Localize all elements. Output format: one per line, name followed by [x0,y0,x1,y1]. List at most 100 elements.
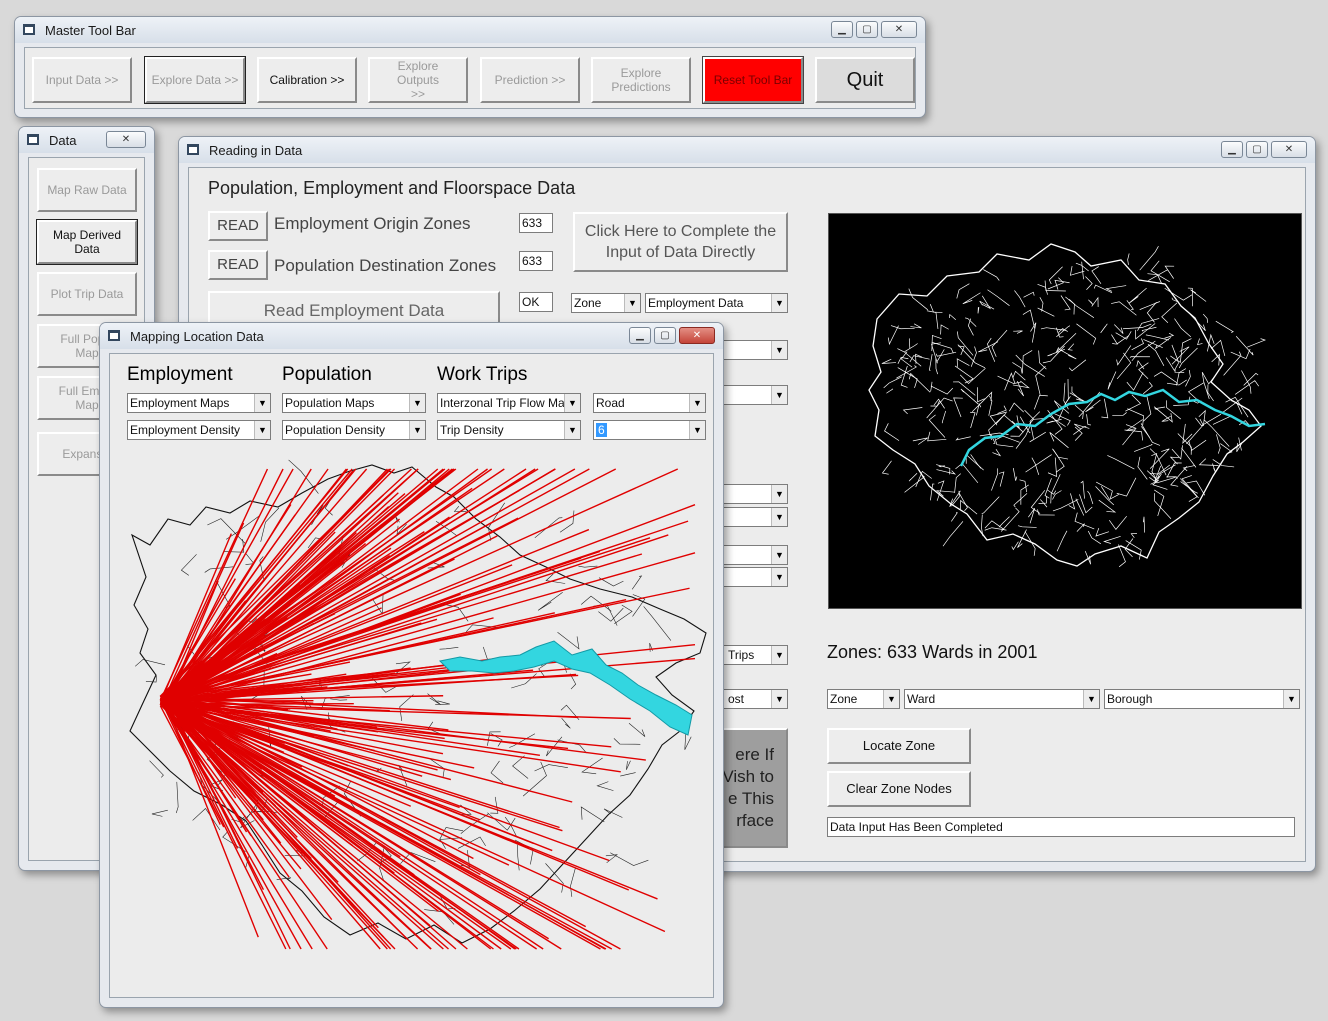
dropdown-arrow-icon[interactable]: ▼ [883,690,899,708]
number-combo[interactable]: 6 ▼ [593,420,706,440]
plot-trip-data-button[interactable]: Plot Trip Data [37,272,137,316]
emp-origin-field[interactable]: 633 [519,213,553,233]
dropdown-arrow-icon[interactable]: ▼ [771,690,787,708]
ward-boundary [970,346,977,367]
ward-line [580,806,605,823]
finish-line-1: ere If [735,745,774,764]
dropdown-arrow-icon[interactable]: ▼ [771,568,787,586]
ward-boundary [989,411,1008,426]
ward-line [620,772,636,777]
dropdown-arrow-icon[interactable]: ▼ [1283,690,1299,708]
dropdown-arrow-icon[interactable]: ▼ [1083,690,1099,708]
ward-boundary [1101,398,1109,419]
employment-data-combo[interactable]: Employment Data ▼ [645,293,788,313]
ward-boundary [1186,418,1204,445]
employment-maps-combo[interactable]: Employment Maps ▼ [127,393,271,413]
dropdown-arrow-icon[interactable]: ▼ [771,294,787,312]
maximize-icon[interactable]: ▢ [654,327,676,344]
ward-line [517,844,520,871]
ward-select[interactable]: Ward ▼ [904,689,1100,709]
dropdown-arrow-icon[interactable]: ▼ [254,394,270,412]
dropdown-arrow-icon[interactable]: ▼ [771,508,787,526]
ward-boundary [930,483,935,501]
locate-zone-button[interactable]: Locate Zone [827,728,971,764]
ward-boundary [1103,536,1121,544]
mapping-titlebar[interactable]: Mapping Location Data ▁ ▢ ✕ [100,323,723,349]
ward-boundary [1020,484,1029,505]
ward-boundary [1012,370,1026,381]
ward-line [134,659,166,667]
calibration-button[interactable]: Calibration >> [257,57,357,103]
mode-combo[interactable]: Road ▼ [593,393,706,413]
data-window-titlebar[interactable]: Data ✕ [19,127,154,153]
input-data-button[interactable]: Input Data >> [32,57,132,103]
dropdown-arrow-icon[interactable]: ▼ [409,421,425,439]
employment-density-combo[interactable]: Employment Density ▼ [127,420,271,440]
dropdown-arrow-icon[interactable]: ▼ [689,421,705,439]
ward-boundary [1142,381,1153,395]
minimize-icon[interactable]: ▁ [629,327,651,344]
ward-boundary [1064,379,1069,406]
close-icon[interactable]: ✕ [881,21,917,38]
ok-field[interactable]: OK [519,292,553,312]
map-raw-data-button[interactable]: Map Raw Data [37,168,137,212]
maximize-icon[interactable]: ▢ [1246,141,1268,158]
pop-dest-field[interactable]: 633 [519,251,553,271]
reset-toolbar-button[interactable]: Reset Tool Bar [702,56,804,104]
explore-outputs-button[interactable]: Explore Outputs >> [368,57,468,103]
master-toolbar-titlebar[interactable]: Master Tool Bar ▁ ▢ ✕ [15,17,925,43]
dropdown-arrow-icon[interactable]: ▼ [564,421,580,439]
ward-boundary [953,381,976,396]
window-icon [108,330,120,341]
close-icon[interactable]: ✕ [1271,141,1307,158]
ward-boundary [1052,490,1062,500]
quit-button[interactable]: Quit [815,57,915,103]
read-pop-dest-button[interactable]: READ [208,250,268,280]
zone-select[interactable]: Zone ▼ [827,689,900,709]
borough-select[interactable]: Borough ▼ [1104,689,1300,709]
trip-flow-maps-combo[interactable]: Interzonal Trip Flow Ma ▼ [437,393,581,413]
ward-boundary [955,436,971,441]
ward-boundary [1033,394,1048,410]
trip-flow-maps-value: Interzonal Trip Flow Ma [440,396,565,410]
dropdown-arrow-icon[interactable]: ▼ [254,421,270,439]
complete-input-button[interactable]: Click Here to Complete the Input of Data… [573,212,788,272]
dropdown-arrow-icon[interactable]: ▼ [771,341,787,359]
ward-boundary [977,387,985,403]
population-maps-combo[interactable]: Population Maps ▼ [282,393,426,413]
clear-zone-nodes-button[interactable]: Clear Zone Nodes [827,771,971,807]
reading-data-titlebar[interactable]: Reading in Data ▁ ▢ ✕ [179,137,1315,163]
ward-boundary [979,300,995,310]
ward-boundary [1080,480,1085,499]
ward-boundary [910,323,922,329]
ward-boundary [987,289,1010,306]
dropdown-arrow-icon[interactable]: ▼ [771,386,787,404]
maximize-icon[interactable]: ▢ [856,21,878,38]
ward-boundary [1176,368,1187,386]
minimize-icon[interactable]: ▁ [831,21,853,38]
dropdown-arrow-icon[interactable]: ▼ [624,294,640,312]
ward-boundary [1017,380,1024,397]
prediction-button[interactable]: Prediction >> [480,57,580,103]
trip-density-combo[interactable]: Trip Density ▼ [437,420,581,440]
close-icon[interactable]: ✕ [106,131,146,148]
explore-predictions-button[interactable]: Explore Predictions [591,57,691,103]
dropdown-arrow-icon[interactable]: ▼ [771,646,787,664]
ward-boundary [962,292,981,305]
dropdown-arrow-icon[interactable]: ▼ [771,485,787,503]
ward-line [613,738,641,745]
minimize-icon[interactable]: ▁ [1221,141,1243,158]
population-density-combo[interactable]: Population Density ▼ [282,420,426,440]
ward-line [204,566,234,573]
dropdown-arrow-icon[interactable]: ▼ [689,394,705,412]
dropdown-arrow-icon[interactable]: ▼ [564,394,580,412]
zone-combo[interactable]: Zone ▼ [571,293,641,313]
dropdown-arrow-icon[interactable]: ▼ [771,546,787,564]
ward-boundary [931,342,941,364]
close-icon[interactable]: ✕ [679,327,715,344]
ward-line [175,781,179,814]
explore-data-button[interactable]: Explore Data >> [144,56,246,104]
dropdown-arrow-icon[interactable]: ▼ [409,394,425,412]
read-emp-origin-button[interactable]: READ [208,211,268,241]
map-derived-data-button[interactable]: Map Derived Data [36,219,138,265]
